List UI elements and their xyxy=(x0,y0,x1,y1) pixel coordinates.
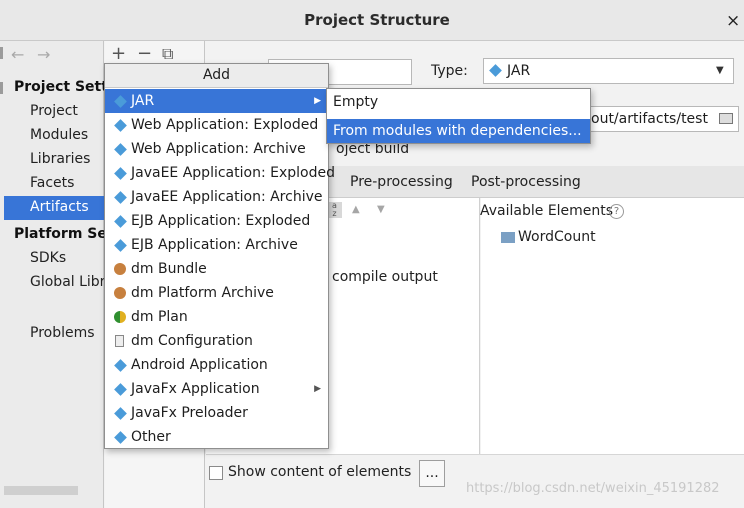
back-arrow-icon[interactable]: ← xyxy=(11,45,24,64)
show-content-label: Show content of elements xyxy=(228,464,412,480)
copy-icon[interactable]: ⧉ xyxy=(162,44,173,64)
jar-icon xyxy=(489,64,502,77)
menu-item-label: Web Application: Archive xyxy=(131,141,306,157)
dm-platform-icon xyxy=(113,286,127,300)
menu-item-label: JavaFx Preloader xyxy=(131,405,248,421)
folder-icon[interactable] xyxy=(719,113,733,124)
menu-item-dm-plan[interactable]: dm Plan xyxy=(105,305,328,329)
menu-item-label: dm Platform Archive xyxy=(131,285,274,301)
remove-icon[interactable]: − xyxy=(137,43,152,64)
sidebar-scrollbar[interactable] xyxy=(4,486,78,495)
menu-item-ejb-application-exploded[interactable]: EJB Application: Exploded xyxy=(105,209,328,233)
menu-item-ejb-application-archive[interactable]: EJB Application: Archive xyxy=(105,233,328,257)
jar-submenu: Empty From modules with dependencies... xyxy=(326,88,591,144)
help-icon[interactable]: ? xyxy=(609,204,624,219)
type-label: Type: xyxy=(431,63,468,79)
type-select-value: JAR xyxy=(507,63,531,79)
more-button[interactable]: ... xyxy=(419,460,445,487)
add-menu-title: Add xyxy=(105,64,328,88)
menu-item-label: Android Application xyxy=(131,357,268,373)
menu-item-label: EJB Application: Exploded xyxy=(131,213,311,229)
dm-bundle-icon xyxy=(113,262,127,276)
sidebar-marker xyxy=(0,82,3,94)
document-icon xyxy=(113,334,127,348)
submenu-arrow-icon: ▶ xyxy=(314,96,321,106)
add-icon[interactable]: + xyxy=(111,43,126,64)
menu-item-javaee-application-archive[interactable]: JavaEE Application: Archive xyxy=(105,185,328,209)
menu-item-web-application-exploded[interactable]: Web Application: Exploded xyxy=(105,113,328,137)
available-element-item[interactable]: WordCount xyxy=(518,229,596,245)
watermark: https://blog.csdn.net/weixin_45191282 xyxy=(466,481,720,496)
menu-item-javafx-application[interactable]: JavaFx Application ▶ xyxy=(105,377,328,401)
sidebar-item-libraries[interactable]: Libraries xyxy=(30,151,90,167)
menu-item-label: JavaEE Application: Exploded xyxy=(131,165,335,181)
javaee-icon xyxy=(113,190,127,204)
web-diamond-icon xyxy=(113,118,127,132)
move-down-icon[interactable]: ▼ xyxy=(377,204,385,215)
close-icon[interactable]: × xyxy=(726,11,740,31)
submenu-arrow-icon: ▶ xyxy=(314,384,321,394)
menu-item-label: JAR xyxy=(131,93,155,109)
menu-item-label: JavaFx Application xyxy=(131,381,260,397)
menu-item-label: dm Bundle xyxy=(131,261,207,277)
sidebar-item-label: Artifacts xyxy=(30,199,89,215)
move-up-icon[interactable]: ▲ xyxy=(352,204,360,215)
diamond-icon xyxy=(113,94,127,108)
menu-item-label: Other xyxy=(131,429,171,445)
sidebar-item-global-libraries[interactable]: Global Libra xyxy=(30,274,114,290)
sidebar-item-sdks[interactable]: SDKs xyxy=(30,250,66,266)
menu-item-dm-configuration[interactable]: dm Configuration xyxy=(105,329,328,353)
diamond-icon xyxy=(113,358,127,372)
module-icon xyxy=(501,232,515,243)
javaee-icon xyxy=(113,166,127,180)
menu-item-dm-bundle[interactable]: dm Bundle xyxy=(105,257,328,281)
show-content-checkbox[interactable] xyxy=(209,466,223,480)
tab-post-processing[interactable]: Post-processing xyxy=(471,174,581,190)
sidebar-item-problems[interactable]: Problems xyxy=(30,325,95,341)
tab-pre-processing[interactable]: Pre-processing xyxy=(350,174,453,190)
menu-item-label: dm Plan xyxy=(131,309,188,325)
diamond-icon xyxy=(113,382,127,396)
menu-item-label: Web Application: Exploded xyxy=(131,117,319,133)
sidebar-item-facets[interactable]: Facets xyxy=(30,175,74,191)
ejb-icon xyxy=(113,214,127,228)
menu-item-dm-platform-archive[interactable]: dm Platform Archive xyxy=(105,281,328,305)
compile-output-item[interactable]: compile output xyxy=(332,269,438,285)
window-title: Project Structure xyxy=(304,11,450,29)
available-elements-title: Available Elements xyxy=(480,203,614,219)
menu-item-javaee-application-exploded[interactable]: JavaEE Application: Exploded xyxy=(105,161,335,185)
menu-item-label: JavaEE Application: Archive xyxy=(131,189,323,205)
menu-item-label: EJB Application: Archive xyxy=(131,237,298,253)
dm-plan-icon xyxy=(113,310,127,324)
output-directory-value: out/artifacts/test xyxy=(591,111,708,127)
menu-item-empty[interactable]: Empty xyxy=(327,89,590,114)
menu-item-android-application[interactable]: Android Application xyxy=(105,353,328,377)
diamond-icon xyxy=(113,430,127,444)
diamond-icon xyxy=(113,406,127,420)
add-menu: Add JAR ▶ Web Application: Exploded Web App… xyxy=(104,63,335,449)
chevron-down-icon: ▼ xyxy=(716,65,724,76)
sort-icon[interactable]: az xyxy=(327,202,342,218)
menu-item-label: From modules with dependencies... xyxy=(333,123,582,139)
menu-item-label: Empty xyxy=(333,93,379,110)
sidebar-item-project[interactable]: Project xyxy=(30,103,78,119)
menu-item-web-application-archive[interactable]: Web Application: Archive xyxy=(105,137,328,161)
menu-item-from-modules[interactable]: From modules with dependencies... xyxy=(327,119,590,143)
forward-arrow-icon[interactable]: → xyxy=(37,45,50,64)
type-select[interactable]: JAR ▼ xyxy=(483,58,734,84)
menu-item-label: dm Configuration xyxy=(131,333,253,349)
sidebar-marker xyxy=(0,47,3,59)
menu-item-jar[interactable]: JAR ▶ xyxy=(105,89,328,113)
ejb-icon xyxy=(113,238,127,252)
menu-item-other[interactable]: Other xyxy=(105,425,328,449)
web-diamond-icon xyxy=(113,142,127,156)
menu-item-javafx-preloader[interactable]: JavaFx Preloader xyxy=(105,401,328,425)
sidebar-item-modules[interactable]: Modules xyxy=(30,127,88,143)
